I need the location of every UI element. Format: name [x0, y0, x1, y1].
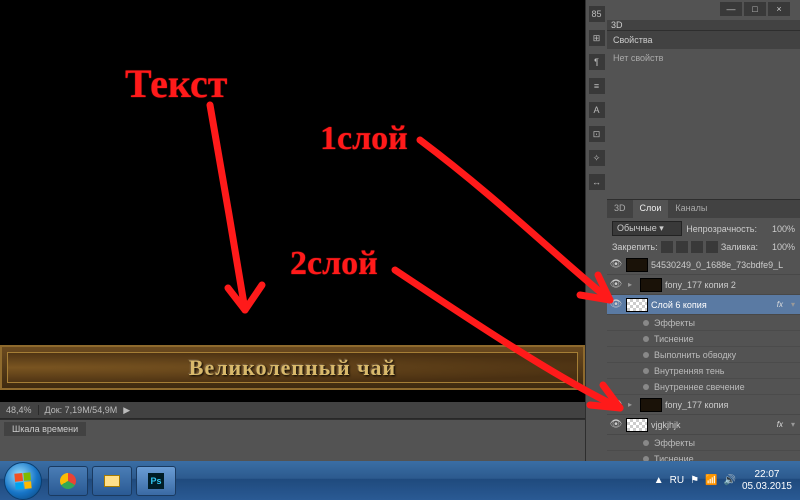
start-button[interactable] [4, 462, 42, 500]
system-tray: ▲ RU ⚑ 📶 🔊 22:07 05.03.2015 [654, 469, 800, 493]
annotation-arrows [0, 0, 800, 461]
annotation-text: Текст [125, 60, 227, 107]
tray-network-icon[interactable]: 📶 [705, 475, 717, 486]
tray-clock[interactable]: 22:07 05.03.2015 [742, 469, 792, 493]
windows-logo-icon [14, 472, 31, 489]
tray-lang[interactable]: RU [670, 475, 684, 486]
annotation-layer1: 1слой [320, 120, 408, 158]
task-chrome[interactable] [48, 466, 88, 496]
task-photoshop[interactable]: Ps [136, 466, 176, 496]
tray-up-icon[interactable]: ▲ [654, 475, 664, 486]
task-explorer[interactable] [92, 466, 132, 496]
tray-action-icon[interactable]: ⚑ [690, 475, 699, 486]
tray-volume-icon[interactable]: 🔊 [723, 475, 735, 486]
taskbar: Ps ▲ RU ⚑ 📶 🔊 22:07 05.03.2015 [0, 461, 800, 500]
annotation-layer2: 2слой [290, 245, 378, 283]
